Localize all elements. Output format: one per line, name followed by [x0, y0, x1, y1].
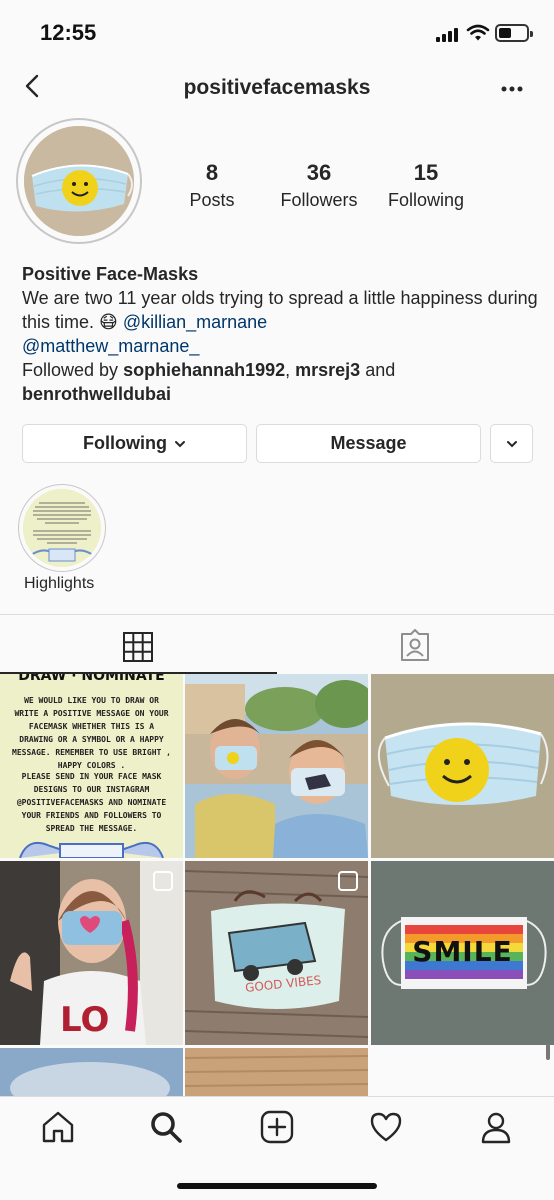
stat-following[interactable]: 15 Following — [371, 160, 481, 211]
multiple-photos-icon — [153, 871, 173, 891]
bio-text-block: We are two 11 year olds trying to spread… — [22, 286, 542, 334]
chevron-down-icon — [506, 441, 517, 448]
username-title: positivefacemasks — [183, 76, 371, 99]
bottom-navigation — [0, 1096, 554, 1200]
grid-post[interactable] — [371, 674, 554, 858]
search-icon[interactable] — [148, 1109, 184, 1145]
post-heading: DRAW · NOMINATE — [18, 674, 165, 684]
display-name: Positive Face-Masks — [22, 264, 199, 284]
svg-text:LO: LO — [60, 1000, 109, 1040]
highlight-label: Highlights — [24, 575, 95, 592]
mention-link[interactable]: @matthew_marnane_ — [22, 334, 542, 358]
grid-post[interactable]: GOOD VIBES — [185, 861, 368, 1045]
followed-by-and: and — [360, 360, 396, 380]
grid-post[interactable]: LO — [0, 861, 183, 1045]
post-text: SMILE — [412, 935, 513, 968]
stat-posts-label: Posts — [189, 190, 235, 210]
heart-icon[interactable] — [368, 1109, 404, 1145]
stat-followers-count: 36 — [306, 160, 332, 185]
stat-followers-label: Followers — [280, 190, 358, 210]
follower-separator: , — [285, 360, 296, 380]
home-indicator[interactable] — [177, 1183, 377, 1189]
multiple-photos-icon — [338, 871, 358, 891]
cellular-signal-icon — [436, 26, 460, 42]
follower-link[interactable]: mrsrej3 — [295, 360, 360, 380]
suggested-accounts-button[interactable] — [490, 424, 533, 463]
chevron-down-icon — [175, 441, 185, 448]
posts-grid: DRAW · NOMINATE WE WOULD LIKE YOU TO DRA… — [0, 674, 554, 1096]
grid-post[interactable]: SMILE — [371, 861, 554, 1045]
stat-posts[interactable]: 8 Posts — [157, 160, 267, 211]
stat-posts-count: 8 — [205, 160, 219, 185]
highlight-item[interactable] — [18, 484, 106, 572]
highlight-cover — [23, 489, 101, 567]
post-text: WE WOULD LIKE YOU TO DRAW OR WRITE A POS… — [12, 696, 171, 770]
tagged-icon — [401, 629, 429, 661]
message-button-label: Message — [330, 433, 407, 453]
wifi-icon — [466, 24, 490, 41]
followed-by-prefix: Followed by — [22, 360, 124, 380]
mask-drawing — [19, 842, 164, 858]
stat-followers[interactable]: 36 Followers — [264, 160, 374, 211]
add-post-icon[interactable] — [259, 1109, 295, 1145]
follower-link[interactable]: benrothwelldubai — [22, 382, 542, 406]
stat-following-label: Following — [387, 190, 465, 210]
bio-text: We are two 11 year olds trying to spread… — [22, 288, 538, 332]
status-time: 12:55 — [40, 20, 97, 45]
mention-link[interactable]: @killian_marnane — [123, 312, 267, 332]
tab-tagged[interactable] — [277, 615, 554, 675]
home-icon[interactable] — [40, 1109, 76, 1145]
followed-by: Followed by sophiehannah1992, mrsrej3 an… — [22, 358, 542, 382]
follower-link[interactable]: sophiehannah1992 — [123, 360, 285, 380]
profile-avatar[interactable] — [16, 118, 142, 244]
more-horizontal-icon[interactable] — [497, 78, 527, 100]
stat-following-count: 15 — [413, 160, 439, 185]
grid-post[interactable] — [185, 1048, 368, 1096]
avatar-image — [24, 126, 134, 236]
profile-header-bar: positivefacemasks — [0, 64, 554, 114]
message-button[interactable]: Message — [256, 424, 481, 463]
profile-bio: Positive Face-Masks We are two 11 year o… — [22, 262, 542, 406]
following-button[interactable]: Following — [22, 424, 247, 463]
grid-icon — [123, 632, 153, 662]
status-bar: 12:55 — [0, 0, 554, 64]
tab-posts-grid[interactable] — [0, 615, 277, 675]
battery-icon — [495, 24, 533, 42]
scrollbar[interactable] — [546, 1044, 550, 1060]
grid-post[interactable]: DRAW · NOMINATE WE WOULD LIKE YOU TO DRA… — [0, 674, 183, 858]
profile-tab-bar — [0, 614, 554, 674]
following-button-label: Following — [83, 433, 167, 453]
profile-icon[interactable] — [478, 1109, 514, 1145]
grid-post[interactable] — [0, 1048, 183, 1096]
grid-post[interactable] — [185, 674, 368, 858]
